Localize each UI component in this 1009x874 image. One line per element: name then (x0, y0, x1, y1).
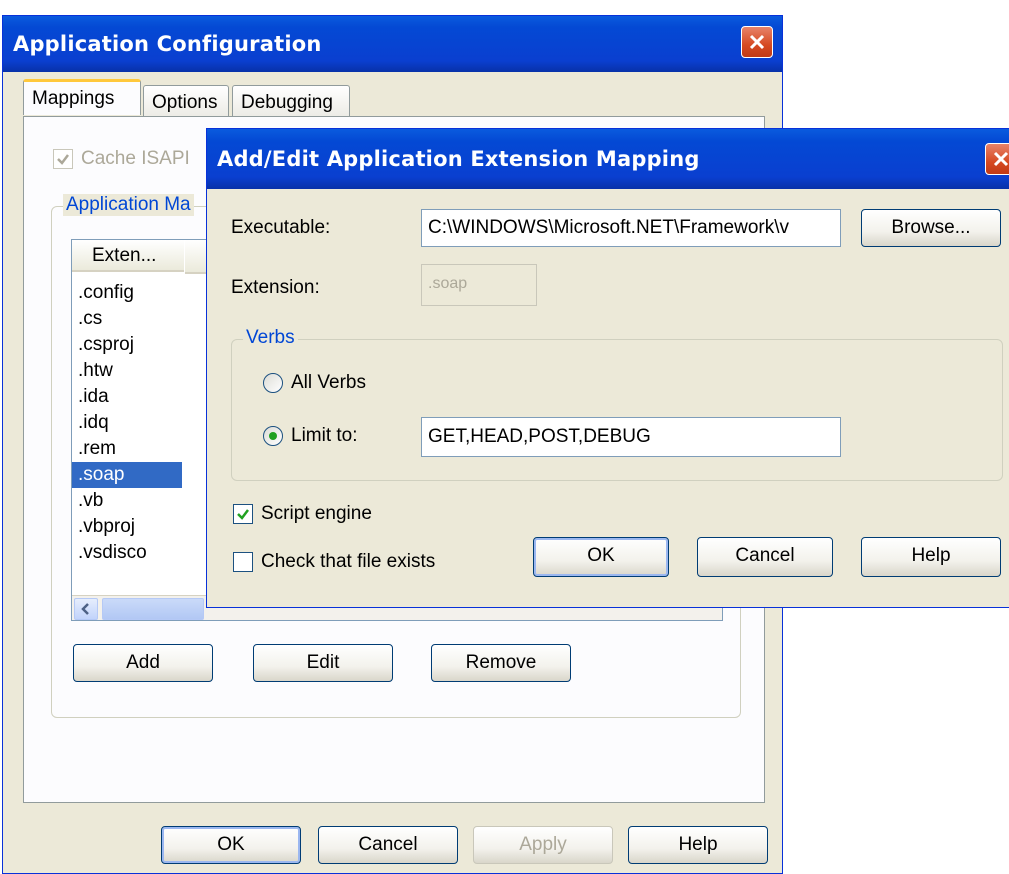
application-mappings-group-label: Application Ma (63, 194, 194, 216)
ok-button-label: OK (217, 834, 245, 855)
help-button[interactable]: Help (628, 826, 768, 864)
window-title: Application Configuration (13, 32, 322, 56)
all-verbs-label: All Verbs (291, 372, 366, 393)
cancel-button[interactable]: Cancel (318, 826, 458, 864)
limit-to-value: GET,HEAD,POST,DEBUG (428, 426, 651, 447)
ok-button[interactable]: OK (161, 826, 301, 864)
list-item[interactable]: .vb (72, 488, 182, 514)
executable-label: Executable: (231, 217, 331, 238)
tab-debugging[interactable]: Debugging (232, 85, 350, 117)
checkmark-icon (237, 509, 249, 520)
cache-isapi-label: Cache ISAPI (81, 148, 190, 169)
title-bar[interactable]: Application Configuration (3, 16, 782, 72)
dialog-close-button[interactable] (985, 143, 1009, 175)
help-button-label: Help (678, 834, 718, 855)
extension-label: Extension: (231, 277, 320, 298)
browse-button[interactable]: Browse... (861, 209, 1001, 247)
cache-isapi-checkbox[interactable] (53, 149, 73, 169)
script-engine-label: Script engine (261, 503, 372, 524)
add-button[interactable]: Add (73, 644, 213, 682)
limit-to-field[interactable]: GET,HEAD,POST,DEBUG (421, 417, 841, 457)
list-item[interactable]: .cs (72, 306, 182, 332)
checkmark-icon (57, 154, 69, 165)
list-item[interactable]: .ida (72, 384, 182, 410)
add-button-label: Add (126, 652, 160, 673)
list-item[interactable]: .csproj (72, 332, 182, 358)
apply-button[interactable]: Apply (473, 826, 613, 864)
extension-field[interactable]: .soap (421, 264, 537, 306)
list-header-label: Exten... (92, 245, 157, 266)
close-icon (749, 34, 765, 50)
list-item[interactable]: .htw (72, 358, 182, 384)
scroll-left-icon (81, 603, 89, 615)
dialog-cancel-button[interactable]: Cancel (697, 537, 833, 577)
tab-mappings-label: Mappings (32, 88, 115, 109)
dialog-help-button[interactable]: Help (861, 537, 1001, 577)
verbs-group-label: Verbs (243, 327, 298, 349)
executable-field[interactable]: C:\WINDOWS\Microsoft.NET\Framework\v (421, 209, 841, 247)
remove-button-label: Remove (465, 652, 537, 673)
tab-options[interactable]: Options (143, 85, 229, 117)
close-icon (993, 151, 1009, 167)
close-button[interactable] (741, 26, 773, 58)
scroll-left-button[interactable] (74, 598, 98, 620)
list-item[interactable]: .idq (72, 410, 182, 436)
dialog-ok-label: OK (587, 545, 615, 566)
check-file-exists-label: Check that file exists (261, 551, 436, 572)
dialog-help-label: Help (911, 545, 951, 566)
add-edit-mapping-dialog: Add/Edit Application Extension Mapping E… (206, 128, 1009, 608)
edit-button-label: Edit (306, 652, 340, 673)
list-item[interactable]: .soap (72, 462, 182, 488)
tab-options-label: Options (152, 92, 218, 113)
check-file-exists-checkbox[interactable] (233, 552, 253, 572)
apply-button-label: Apply (519, 834, 567, 855)
remove-button[interactable]: Remove (431, 644, 571, 682)
list-header-extension[interactable]: Exten... (72, 240, 184, 272)
dialog-title-bar[interactable]: Add/Edit Application Extension Mapping (207, 129, 1009, 189)
script-engine-checkbox[interactable] (233, 504, 253, 524)
list-item[interactable]: .rem (72, 436, 182, 462)
dialog-ok-button[interactable]: OK (533, 537, 669, 577)
limit-to-label: Limit to: (291, 425, 358, 446)
list-item[interactable]: .config (72, 280, 182, 306)
extension-value: .soap (428, 275, 468, 292)
dialog-title: Add/Edit Application Extension Mapping (217, 147, 700, 171)
scroll-thumb[interactable] (102, 598, 204, 620)
list-item[interactable]: .vsdisco (72, 540, 182, 566)
all-verbs-radio[interactable] (263, 373, 283, 393)
radio-selected-dot (269, 432, 277, 440)
edit-button[interactable]: Edit (253, 644, 393, 682)
verbs-group (231, 339, 1003, 481)
cancel-button-label: Cancel (358, 834, 418, 855)
list-item[interactable]: .vbproj (72, 514, 182, 540)
limit-to-radio[interactable] (263, 426, 283, 446)
browse-button-label: Browse... (891, 217, 971, 238)
dialog-cancel-label: Cancel (735, 545, 795, 566)
executable-value: C:\WINDOWS\Microsoft.NET\Framework\v (428, 217, 790, 238)
tab-debugging-label: Debugging (241, 92, 333, 113)
tab-mappings[interactable]: Mappings (23, 79, 141, 115)
